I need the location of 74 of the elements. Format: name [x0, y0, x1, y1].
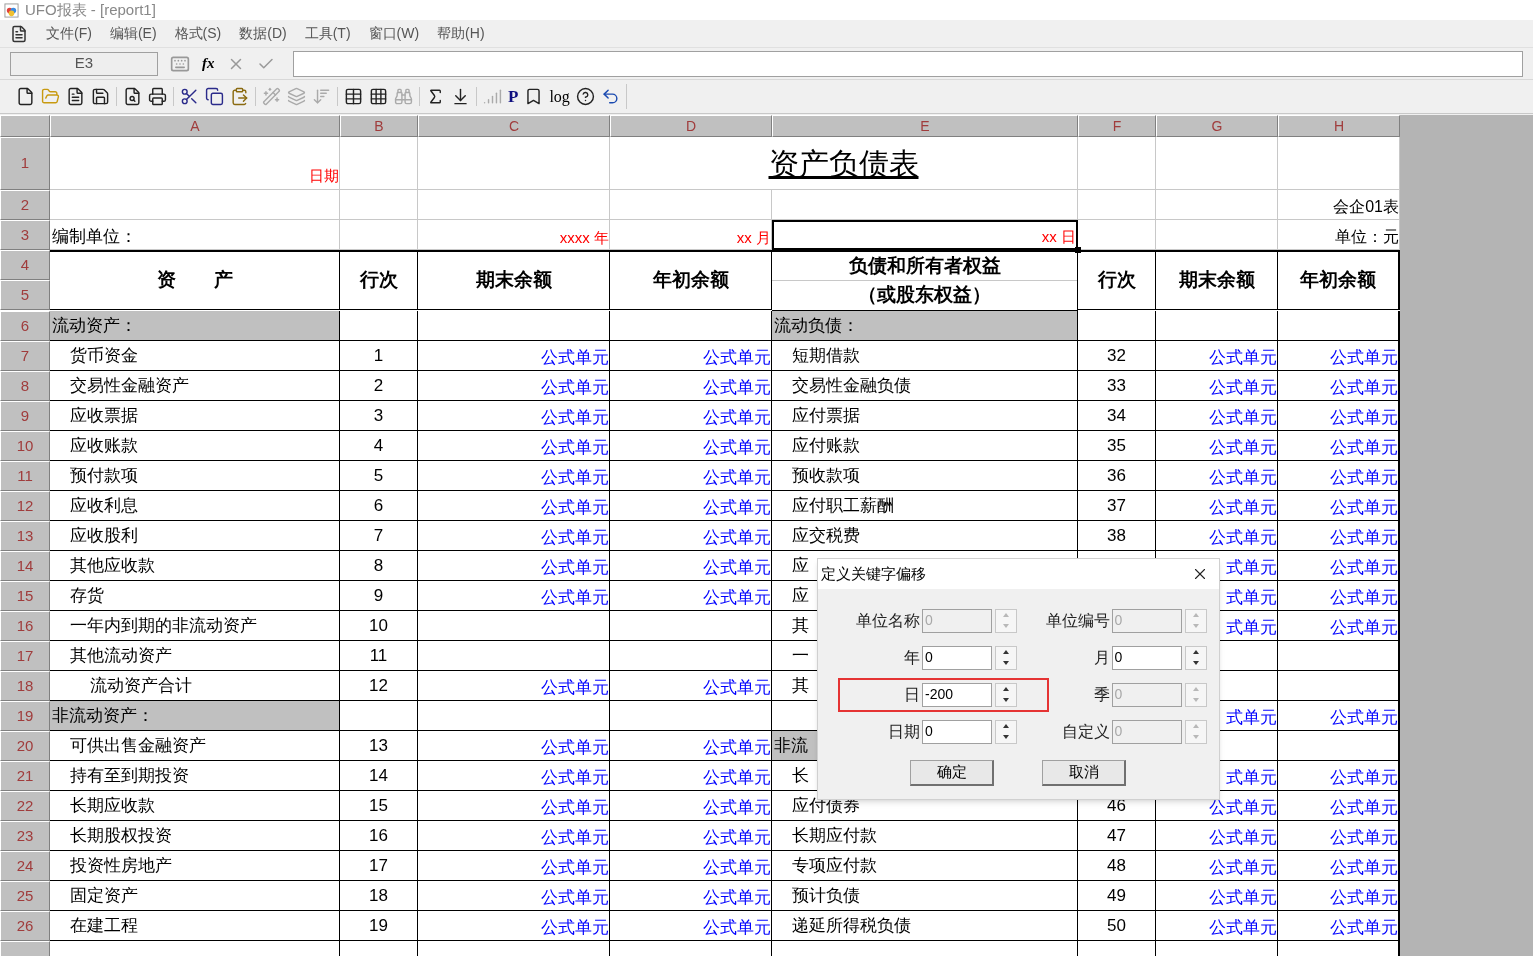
- row-header[interactable]: 16: [0, 611, 50, 641]
- column-heading: 负债和所有者权益: [772, 252, 1077, 281]
- row-header[interactable]: 8: [0, 371, 50, 401]
- log-button[interactable]: log: [549, 84, 570, 109]
- row-header[interactable]: 13: [0, 521, 50, 551]
- column-header[interactable]: G: [1156, 115, 1278, 137]
- menu-item[interactable]: 格式(S): [174, 23, 222, 44]
- function-button[interactable]: fx: [202, 52, 215, 75]
- table-cell: xxxx 年: [418, 220, 610, 250]
- row-header[interactable]: 25: [0, 881, 50, 911]
- column-header[interactable]: D: [610, 115, 772, 137]
- row-header[interactable]: 17: [0, 641, 50, 671]
- table-cell: 编制单位：: [50, 220, 340, 250]
- row-header[interactable]: 18: [0, 671, 50, 701]
- field-label: 月: [1092, 647, 1110, 668]
- row-header[interactable]: 7: [0, 341, 50, 371]
- row-header[interactable]: 23: [0, 821, 50, 851]
- number-field[interactable]: 0: [922, 645, 992, 670]
- dialog-button[interactable]: 取消: [1042, 760, 1126, 786]
- table-cell: 流动负债：: [772, 311, 1078, 341]
- menu-item[interactable]: 文件(F): [46, 23, 92, 44]
- row-header[interactable]: 20: [0, 731, 50, 761]
- column-heading: （或股东权益）: [857, 283, 992, 308]
- menu-item[interactable]: 窗口(W): [368, 23, 420, 44]
- row-header[interactable]: 21: [0, 761, 50, 791]
- row-header[interactable]: 10: [0, 431, 50, 461]
- dialog-button[interactable]: 确定: [910, 760, 994, 786]
- selected-cell: xx 日: [772, 220, 1078, 250]
- row-header[interactable]: 5: [0, 280, 50, 310]
- cell-name-box[interactable]: E3: [10, 51, 158, 76]
- column-heading: 行次: [1078, 252, 1156, 310]
- column-header[interactable]: F: [1078, 115, 1156, 137]
- column-heading: 资 产: [50, 252, 340, 310]
- table-cell: xx 月: [610, 220, 772, 250]
- row-header[interactable]: 2: [0, 190, 50, 220]
- row-header[interactable]: 14: [0, 551, 50, 581]
- row-header[interactable]: 19: [0, 701, 50, 731]
- window-title: UFO报表 - [report1]: [25, 0, 156, 20]
- column-header[interactable]: C: [418, 115, 610, 137]
- row-header[interactable]: 3: [0, 220, 50, 250]
- row-header[interactable]: 15: [0, 581, 50, 611]
- column-header[interactable]: E: [772, 115, 1078, 137]
- menu-item[interactable]: 帮助(H): [437, 23, 485, 44]
- number-field[interactable]: 0: [1111, 645, 1182, 670]
- column-heading: 期末余额: [418, 252, 610, 310]
- row-header[interactable]: 1: [0, 137, 50, 190]
- row-header[interactable]: 22: [0, 791, 50, 821]
- number-field[interactable]: -200: [922, 682, 992, 707]
- column-heading: 期末余额: [1156, 252, 1278, 310]
- field-label: 年: [903, 647, 920, 668]
- row-header[interactable]: 4: [0, 250, 50, 280]
- table-cell: 非流动资产：: [50, 701, 340, 731]
- row-header[interactable]: 11: [0, 461, 50, 491]
- field-label: 季: [1092, 684, 1110, 705]
- row-header[interactable]: 6: [0, 311, 50, 341]
- column-header[interactable]: H: [1278, 115, 1400, 137]
- row-header[interactable]: 12: [0, 491, 50, 521]
- report-title: 资产负债表: [768, 144, 919, 183]
- column-header[interactable]: B: [340, 115, 418, 137]
- number-field[interactable]: 0: [922, 719, 992, 744]
- row-header[interactable]: 26: [0, 911, 50, 941]
- menu-item[interactable]: 数据(D): [239, 23, 287, 44]
- dialog-title: 定义关键字偏移: [821, 563, 926, 584]
- p-button[interactable]: P: [508, 83, 519, 110]
- column-header[interactable]: A: [50, 115, 340, 137]
- table-cell: 流动资产：: [50, 311, 340, 341]
- table-cell: 单位：元: [1278, 220, 1400, 250]
- column-heading: 年初余额: [610, 252, 772, 310]
- column-heading: 行次: [340, 252, 418, 310]
- row-header[interactable]: 9: [0, 401, 50, 431]
- menu-item[interactable]: 工具(T): [304, 23, 351, 44]
- menu-item[interactable]: 编辑(E): [109, 23, 157, 44]
- row-header[interactable]: 24: [0, 851, 50, 881]
- field-label: 单位名称: [855, 610, 920, 631]
